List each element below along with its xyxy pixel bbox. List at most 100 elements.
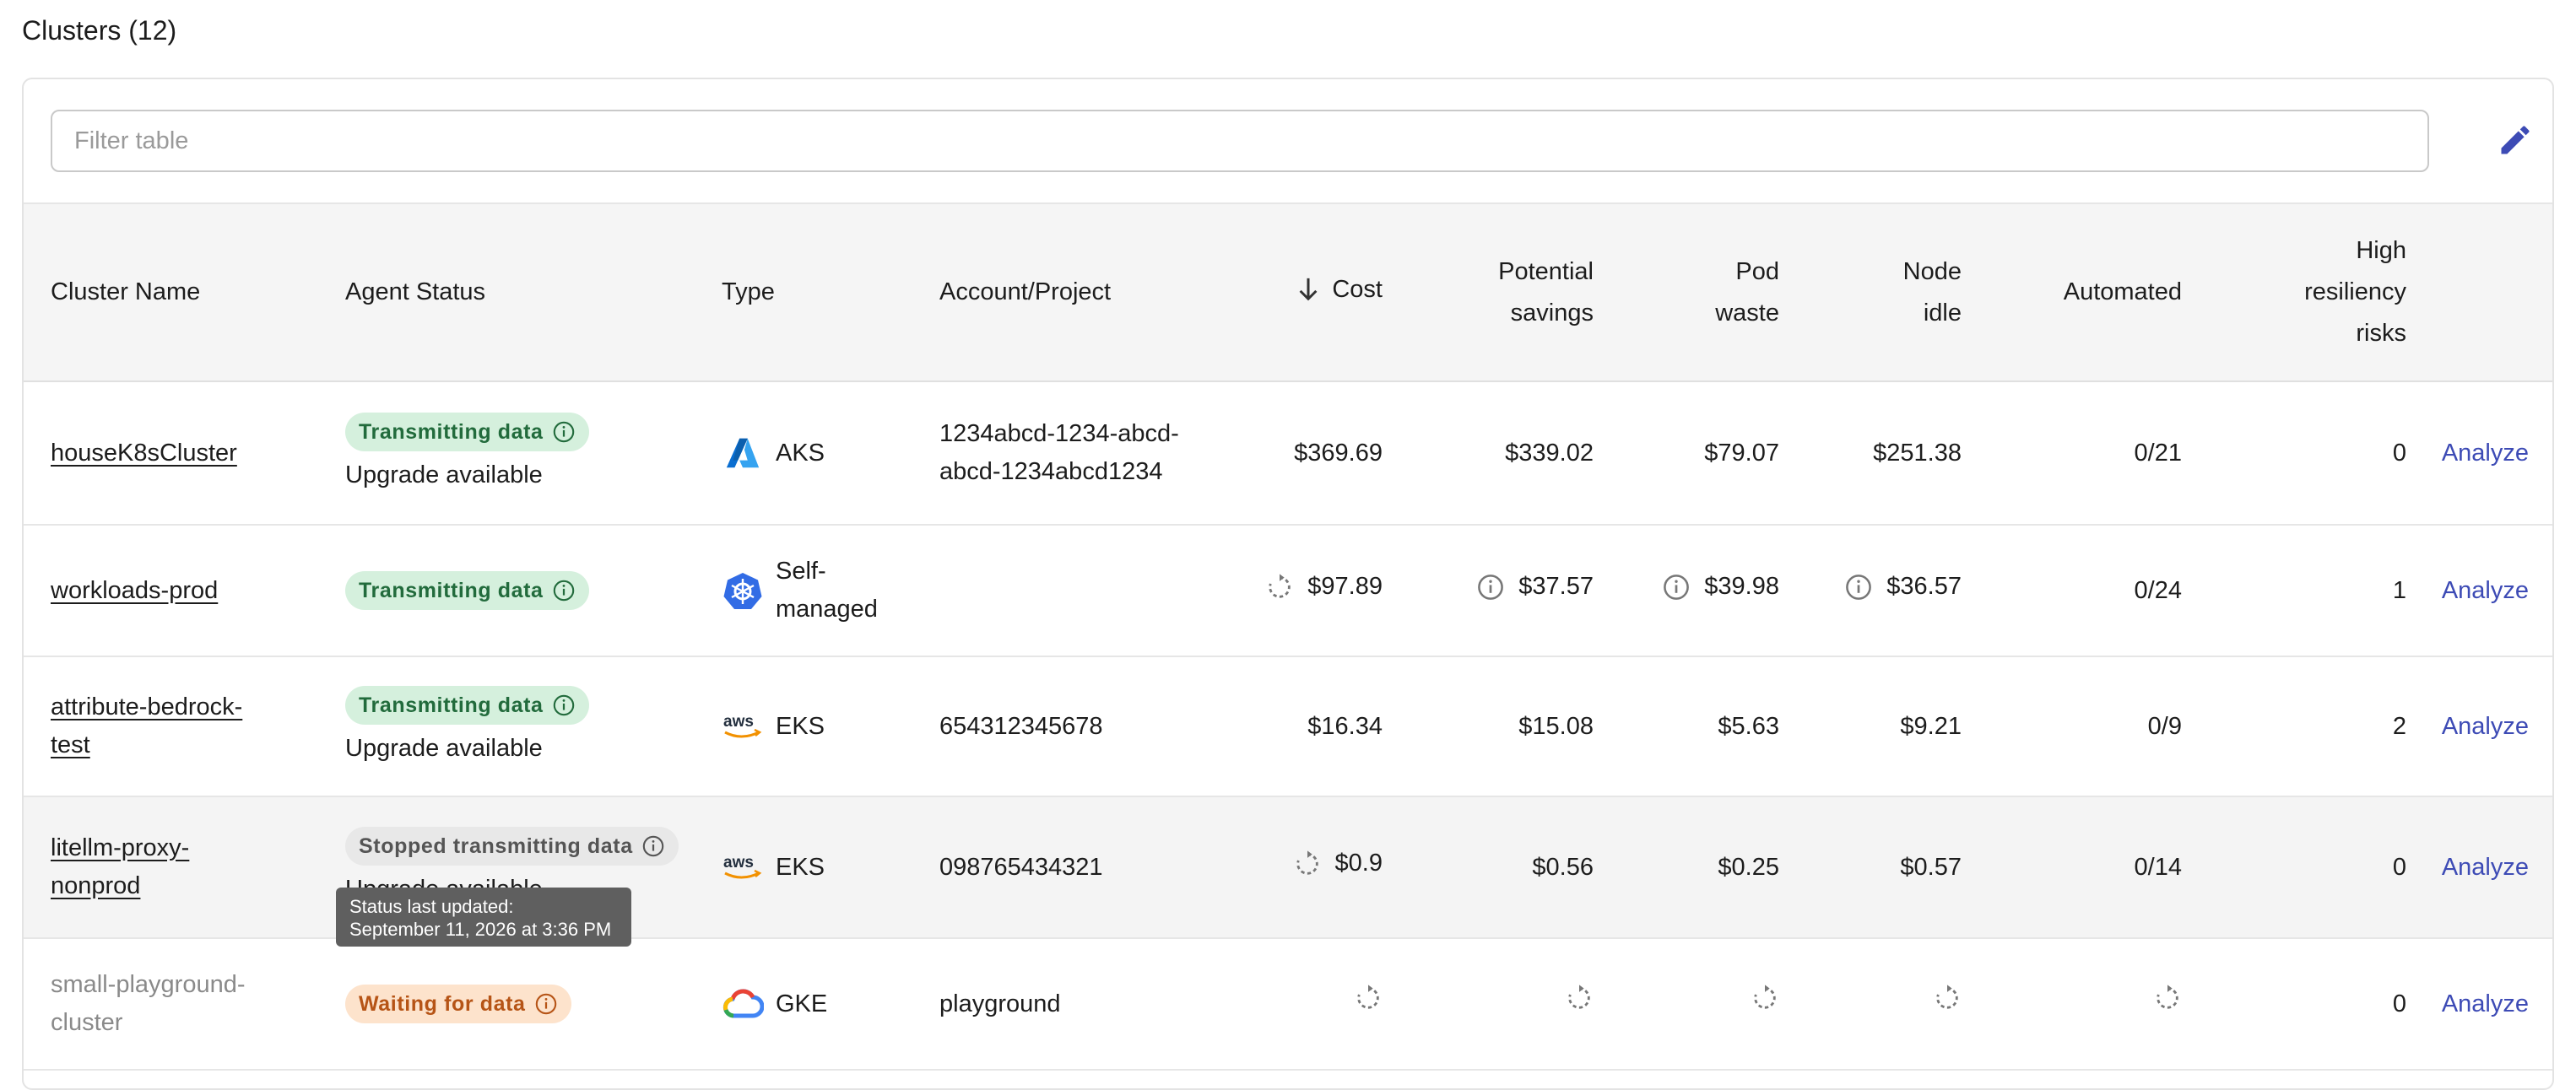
risks-cell: 0 [2182,796,2406,939]
info-icon[interactable] [552,420,576,444]
node-idle-cell: $0.57 [1779,796,1962,939]
status-badge-label: Stopped transmitting data [359,834,633,858]
col-header-potential-savings[interactable]: Potential savings [1383,204,1594,381]
cluster-name-link[interactable]: litellm-proxy-nonprod [51,834,189,899]
col-header-label-line: High [2356,237,2406,264]
col-header-label-line: waste [1715,299,1779,326]
col-header-node-idle[interactable]: Node idle [1779,204,1962,381]
info-icon[interactable] [534,992,558,1016]
col-header-type[interactable]: Type [700,204,919,381]
tooltip-line: September 11, 2026 at 3:36 PM [349,919,612,940]
cost-cell: $369.69 [1210,381,1383,526]
cluster-name-link[interactable]: attribute-bedrock-test [51,693,242,758]
edit-columns-button[interactable] [2488,113,2542,167]
status-badge: Stopped transmitting data [345,827,679,866]
analyze-link[interactable]: Analyze [2442,440,2529,467]
cluster-name-line: attribute-bedrock- [51,693,243,720]
cluster-name-line: test [51,731,90,758]
status-badge: Transmitting data [345,686,589,725]
info-icon[interactable] [1844,573,1873,602]
cluster-type-label: Self- [776,558,826,585]
node-idle-cell: $36.57 [1886,573,1962,601]
info-icon[interactable] [552,579,576,602]
account-id-cell: playground [919,938,1210,1071]
cluster-name-line: small-playground- [51,971,246,998]
col-header-label-line: resiliency [2304,278,2406,305]
status-badge: Transmitting data [345,571,589,610]
refresh-icon [1754,985,1776,1009]
upgrade-available-text: Upgrade available [345,735,543,762]
upgrade-available-text: Upgrade available [345,461,543,488]
info-icon[interactable] [1662,573,1691,602]
analyze-link[interactable]: Analyze [2442,990,2529,1017]
col-header-label-line: Node [1902,257,1962,285]
cluster-type-label: GKE [776,990,828,1017]
account-id-line: abcd-1234abcd1234 [939,458,1163,485]
account-id-cell [919,525,1210,657]
cluster-name-line: litellm-proxy- [51,834,190,861]
col-header-high-resiliency-risks[interactable]: High resiliency risks [2182,204,2406,381]
cluster-name-link[interactable]: houseK8sCluster [51,440,237,467]
col-header-account[interactable]: Account/Project [919,204,1210,381]
refresh-icon [1936,985,1958,1009]
cluster-name-link[interactable]: workloads-prod [51,577,218,604]
savings-cell: $37.57 [1518,573,1594,601]
info-icon[interactable] [552,693,576,717]
refresh-icon [1568,985,1590,1009]
col-header-label-line: savings [1510,299,1594,326]
savings-cell: $15.08 [1383,656,1594,797]
status-badge: Waiting for data [345,985,571,1023]
refresh-icon [1269,574,1291,598]
risks-cell: 0 [2182,381,2406,526]
pod-waste-cell: $0.25 [1594,796,1779,939]
cost-cell: $16.34 [1210,656,1383,797]
col-header-agent-status[interactable]: Agent Status [323,204,700,381]
risks-cell: 0 [2182,938,2406,1071]
cost-cell: $97.89 [1307,573,1383,601]
col-header-label-line: Potential [1498,257,1594,285]
col-header-pod-waste[interactable]: Pod waste [1594,204,1779,381]
table-row: houseK8sCluster Transmitting data Upgrad… [24,381,2552,526]
info-icon[interactable] [1476,573,1505,602]
cluster-type-label: EKS [776,712,825,740]
google-cloud-icon [722,983,764,1025]
refresh-icon [1296,850,1318,875]
table-row: workloads-prod Transmitting data Self-ma… [24,525,2552,657]
cluster-type-label: managed [776,596,878,623]
node-idle-cell: $9.21 [1779,656,1962,797]
kubernetes-icon [722,569,764,612]
automated-cell: 0/21 [1962,381,2182,526]
col-header-cluster-name[interactable]: Cluster Name [24,204,323,381]
analyze-link[interactable]: Analyze [2442,854,2529,881]
azure-icon [722,432,764,474]
status-badge-label: Transmitting data [359,693,544,717]
col-header-automated[interactable]: Automated [1962,204,2182,381]
col-header-cost[interactable]: Cost [1210,204,1383,381]
refresh-icon [1357,985,1379,1009]
status-badge-label: Transmitting data [359,579,544,602]
filter-input[interactable] [51,110,2429,172]
analyze-link[interactable]: Analyze [2442,577,2529,604]
status-tooltip: Status last updated: September 11, 2026 … [336,888,631,947]
table-row: small-playground-cluster Waiting for dat… [24,938,2552,1071]
info-icon[interactable] [641,834,665,858]
pod-waste-cell: $5.63 [1594,656,1779,797]
sort-descending-icon [1299,278,1318,301]
refresh-icon [2157,985,2178,1009]
svg-text:aws: aws [723,854,754,871]
page-title: Clusters (12) [22,15,177,46]
cost-cell: $0.9 [1334,850,1383,877]
node-idle-cell: $251.38 [1779,381,1962,526]
cluster-name-line: nonprod [51,872,141,899]
cluster-type-label: EKS [776,853,825,881]
automated-cell: 0/14 [1962,796,2182,939]
account-id-cell: 098765434321 [919,796,1210,939]
analyze-link[interactable]: Analyze [2442,713,2529,740]
account-id-cell: 654312345678 [919,656,1210,797]
status-badge-label: Waiting for data [359,992,526,1016]
cluster-type-label: AKS [776,439,825,467]
col-header-actions [2406,204,2552,381]
savings-cell: $0.56 [1383,796,1594,939]
col-header-cost-label: Cost [1332,275,1383,303]
filter-toolbar [24,79,2552,204]
